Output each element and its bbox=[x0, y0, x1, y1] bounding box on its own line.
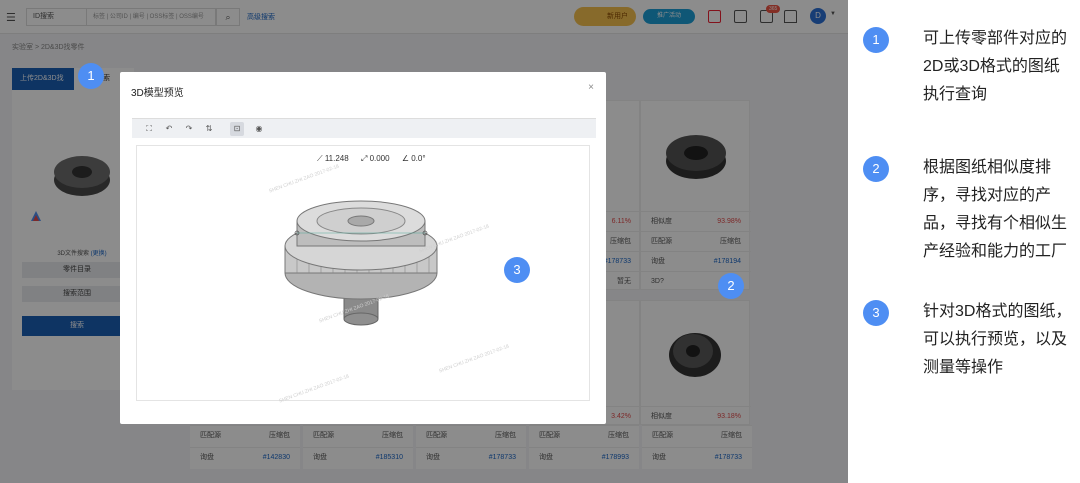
close-icon[interactable]: × bbox=[588, 82, 594, 93]
note-number: 2 bbox=[863, 156, 889, 182]
angle-value: ∠ 0.0° bbox=[401, 154, 426, 163]
measure-readout: ⟋ 11.248 ⤢ 0.000 ∠ 0.0° bbox=[317, 154, 436, 164]
model-preview-dialog: 3D模型预览 × ⛶ ↶ ↷ ⇅ ⊡ ◉ ⟋ 11.248 ⤢ 0.000 ∠ … bbox=[120, 72, 606, 424]
callout-marker-1: 1 bbox=[78, 63, 104, 89]
rotate-left-icon[interactable]: ↶ bbox=[162, 122, 176, 136]
note-text: 针对3D格式的图纸，可以执行预览，以及测量等操作 bbox=[923, 303, 1072, 376]
note-number: 1 bbox=[863, 27, 889, 53]
dialog-title: 3D模型预览 bbox=[131, 88, 184, 99]
watermark: SHEN CHU ZHI ZAO 2017-02-18 bbox=[438, 343, 510, 375]
callout-marker-2: 2 bbox=[718, 273, 744, 299]
watermark: SHEN CHU ZHI ZAO 2017-02-18 bbox=[268, 163, 340, 195]
distance-value: ⟋ 11.248 bbox=[317, 154, 349, 163]
delta-value: ⤢ 0.000 bbox=[360, 154, 390, 163]
note-text: 可上传零部件对应的2D或3D格式的图纸执行查询 bbox=[923, 30, 1068, 103]
viewer-toolbar: ⛶ ↶ ↷ ⇅ ⊡ ◉ bbox=[132, 118, 596, 138]
watermark: SHEN CHU ZHI ZAO 2017-02-18 bbox=[278, 373, 350, 405]
camera-icon[interactable]: ◉ bbox=[252, 122, 266, 136]
app-window: ☰ ID搜索 标签 | 公司ID | 编号 | OSS标签 | OSS编号 ⌕ … bbox=[0, 0, 848, 483]
note-number: 3 bbox=[863, 300, 889, 326]
flip-icon[interactable]: ⇅ bbox=[202, 122, 216, 136]
feature-notes-panel: 1 可上传零部件对应的2D或3D格式的图纸执行查询 2 根据图纸相似度排序，寻找… bbox=[848, 0, 1080, 483]
rotate-right-icon[interactable]: ↷ bbox=[182, 122, 196, 136]
fullscreen-icon[interactable]: ⛶ bbox=[142, 122, 156, 136]
note-text: 根据图纸相似度排序，寻找对应的产品，寻找有个相似生产经验和能力的工厂 bbox=[923, 159, 1068, 260]
callout-marker-3: 3 bbox=[504, 257, 530, 283]
measure-icon[interactable]: ⊡ bbox=[230, 122, 244, 136]
